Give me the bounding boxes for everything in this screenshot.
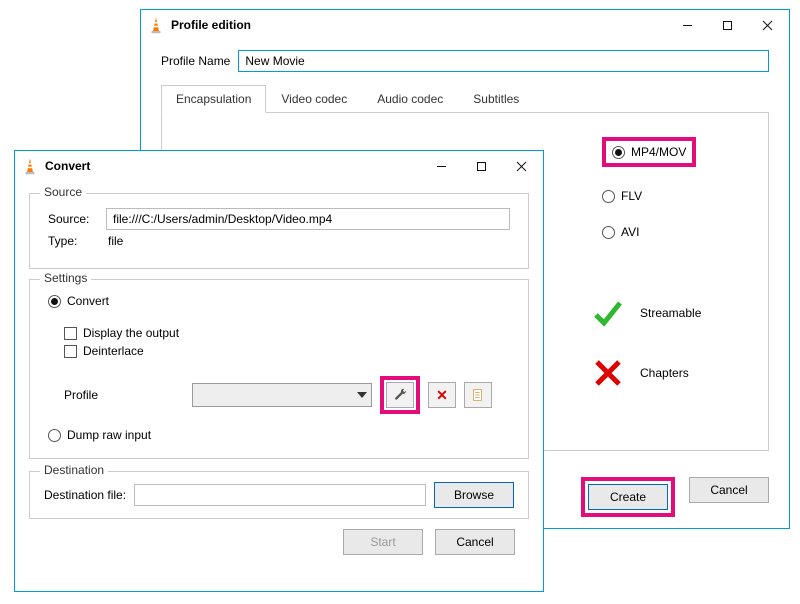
profile-name-label: Profile Name (161, 54, 230, 68)
create-button[interactable]: Create (588, 484, 668, 510)
convert-titlebar: Convert (15, 151, 543, 181)
new-document-icon (471, 388, 485, 402)
deinterlace-label: Deinterlace (83, 344, 144, 358)
chapters-label: Chapters (640, 366, 689, 380)
checkbox-deinterlace[interactable] (64, 345, 77, 358)
source-input[interactable] (106, 208, 510, 230)
highlight-mp4: MP4/MOV (602, 137, 696, 167)
maximize-button[interactable] (461, 152, 501, 180)
browse-button[interactable]: Browse (434, 482, 514, 508)
close-button[interactable] (501, 152, 541, 180)
profile-tabs: Encapsulation Video codec Audio codec Su… (161, 84, 769, 113)
start-button[interactable]: Start (343, 529, 423, 555)
profile-label: Profile (64, 388, 184, 402)
profile-name-input[interactable] (238, 50, 769, 72)
radio-avi[interactable] (602, 226, 615, 239)
convert-title: Convert (45, 159, 421, 173)
vlc-cone-icon (147, 16, 165, 34)
radio-convert[interactable] (48, 295, 61, 308)
display-output-label: Display the output (83, 326, 179, 340)
radio-convert-label: Convert (67, 294, 109, 308)
vlc-cone-icon (21, 157, 39, 175)
destination-label: Destination file: (44, 488, 126, 502)
minimize-button[interactable] (421, 152, 461, 180)
delete-x-icon: ✕ (436, 387, 448, 404)
dump-raw-label: Dump raw input (67, 428, 151, 442)
tab-encapsulation[interactable]: Encapsulation (161, 85, 266, 113)
convert-cancel-button[interactable]: Cancel (435, 529, 515, 555)
radio-avi-label: AVI (621, 225, 639, 239)
chevron-down-icon (357, 392, 367, 398)
new-profile-button[interactable] (464, 382, 492, 408)
wrench-icon (393, 388, 407, 402)
tab-video-codec[interactable]: Video codec (266, 85, 362, 113)
tab-audio-codec[interactable]: Audio codec (362, 85, 458, 113)
highlight-wrench (380, 376, 420, 414)
destination-group: Destination Destination file: Browse (29, 471, 529, 519)
checkbox-display-output[interactable] (64, 327, 77, 340)
radio-flv-label: FLV (621, 189, 642, 203)
profile-title: Profile edition (171, 18, 667, 32)
radio-mp4-label: MP4/MOV (631, 145, 686, 159)
indicator-chapters: Chapters (592, 357, 738, 389)
edit-profile-button[interactable] (386, 382, 414, 408)
settings-group: Settings Convert Display the output Dein… (29, 279, 529, 459)
indicator-streamable: Streamable (592, 297, 738, 329)
type-value: file (106, 234, 123, 248)
destination-input[interactable] (134, 484, 426, 506)
source-label: Source: (48, 212, 100, 226)
type-label: Type: (48, 234, 100, 248)
highlight-create: Create (581, 477, 675, 517)
maximize-button[interactable] (707, 11, 747, 39)
convert-window: Convert Source Source: Type: file Settin… (14, 150, 544, 592)
radio-flv[interactable] (602, 190, 615, 203)
tab-subtitles[interactable]: Subtitles (458, 85, 534, 113)
minimize-button[interactable] (667, 11, 707, 39)
radio-dump-raw[interactable] (48, 429, 61, 442)
settings-legend: Settings (40, 271, 91, 285)
destination-legend: Destination (40, 463, 108, 477)
source-legend: Source (40, 185, 86, 199)
radio-mp4[interactable] (612, 146, 625, 159)
profile-cancel-button[interactable]: Cancel (689, 477, 769, 503)
profile-titlebar: Profile edition (141, 10, 789, 40)
streamable-label: Streamable (640, 306, 701, 320)
source-group: Source Source: Type: file (29, 193, 529, 269)
profile-combo[interactable] (192, 383, 372, 407)
close-button[interactable] (747, 11, 787, 39)
delete-profile-button[interactable]: ✕ (428, 382, 456, 408)
check-icon (592, 297, 624, 329)
cross-icon (592, 357, 624, 389)
